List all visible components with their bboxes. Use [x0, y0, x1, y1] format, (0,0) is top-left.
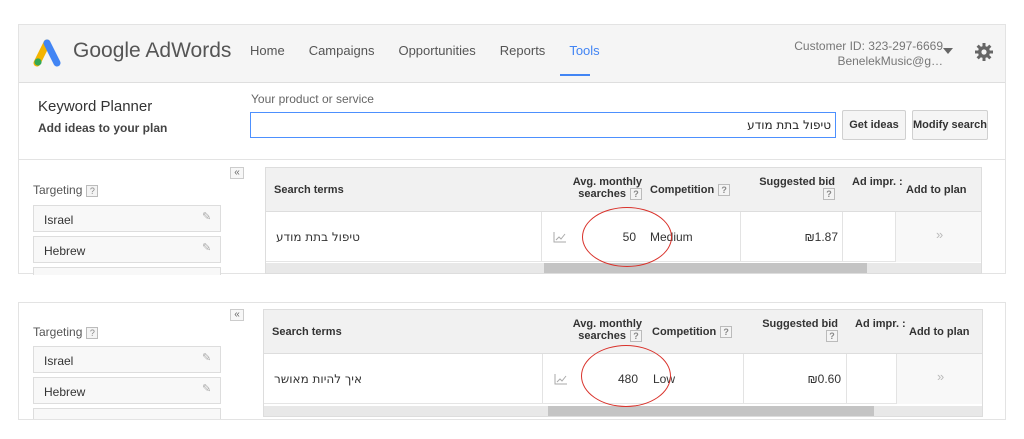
page-subtitle: Add ideas to your plan: [38, 121, 168, 135]
targeting-next[interactable]: [33, 408, 221, 419]
horizontal-scrollbar[interactable]: [264, 406, 982, 416]
add-to-plan-cell[interactable]: »: [896, 354, 982, 404]
caret-down-icon[interactable]: [943, 48, 953, 54]
col-competition[interactable]: Competition?: [650, 184, 731, 197]
col-suggested-bid[interactable]: Suggested bid ?: [756, 318, 838, 343]
help-icon[interactable]: ?: [826, 330, 838, 343]
pencil-icon[interactable]: ✎: [202, 212, 213, 223]
help-icon[interactable]: ?: [630, 330, 642, 343]
chevron-right-icon[interactable]: »: [937, 369, 944, 384]
keyword-term: טיפול בתת מודע: [276, 230, 360, 244]
planner-header: Keyword Planner Add ideas to your plan Y…: [19, 84, 1005, 160]
nav-opportunities[interactable]: Opportunities: [398, 43, 475, 58]
top-bar: Google AdWords Home Campaigns Opportunit…: [19, 25, 1005, 83]
gear-icon[interactable]: [974, 42, 994, 62]
annotation-circle: [582, 207, 672, 267]
keyword-term: איך להיות מאושר: [274, 372, 362, 386]
targeting-label: Targeting?: [33, 325, 99, 339]
col-search-terms[interactable]: Search terms: [274, 184, 344, 196]
active-tab-indicator: [560, 74, 590, 76]
pencil-icon[interactable]: ✎: [202, 353, 213, 364]
language-value: Hebrew: [44, 244, 86, 258]
chevron-right-icon[interactable]: »: [936, 227, 943, 242]
keyword-planner-panel: Google AdWords Home Campaigns Opportunit…: [18, 24, 1006, 275]
targeting-location[interactable]: Israel ✎: [33, 205, 221, 232]
col-avg-line1: Avg. monthly: [572, 318, 642, 330]
customer-id: Customer ID: 323-297-6669: [794, 39, 943, 53]
location-value: Israel: [44, 213, 74, 227]
col-add-to-plan[interactable]: Add to plan: [909, 326, 970, 338]
page-title: Keyword Planner: [38, 98, 153, 115]
product-input[interactable]: טיפול בתת מודע: [250, 112, 836, 138]
table-header: Search terms Avg. monthly searches? Comp…: [266, 168, 981, 212]
collapse-sidebar-button[interactable]: «: [230, 309, 244, 321]
pencil-icon[interactable]: ✎: [202, 243, 213, 254]
col-competition-text: Competition: [650, 184, 715, 196]
help-icon[interactable]: ?: [720, 326, 733, 339]
nav-reports[interactable]: Reports: [500, 43, 546, 58]
targeting-label: Targeting?: [33, 183, 99, 197]
col-bid-text: Suggested bid: [759, 176, 835, 188]
col-avg-monthly[interactable]: Avg. monthly searches?: [568, 176, 642, 201]
targeting-location[interactable]: Israel ✎: [33, 346, 221, 373]
targeting-text: Targeting: [33, 325, 83, 339]
nav-home[interactable]: Home: [250, 43, 285, 58]
location-value: Israel: [44, 354, 74, 368]
scrollbar-thumb[interactable]: [548, 406, 874, 416]
targeting-text: Targeting: [33, 183, 83, 197]
col-avg-line1: Avg. monthly: [572, 176, 642, 188]
account-info[interactable]: Customer ID: 323-297-6669 BenelekMusic@g…: [794, 39, 943, 69]
col-add-to-plan[interactable]: Add to plan: [906, 184, 967, 196]
brand-name[interactable]: Google AdWords: [73, 39, 231, 63]
col-search-terms[interactable]: Search terms: [272, 326, 342, 338]
col-avg-line2: searches: [578, 188, 626, 200]
collapse-sidebar-button[interactable]: «: [230, 167, 244, 179]
targeting-next[interactable]: [33, 267, 221, 275]
pencil-icon[interactable]: ✎: [202, 384, 213, 395]
language-value: Hebrew: [44, 385, 86, 399]
targeting-language[interactable]: Hebrew ✎: [33, 377, 221, 404]
col-bid-text: Suggested bid: [762, 318, 838, 330]
col-avg-line2: searches: [578, 330, 626, 342]
annotation-circle: [581, 345, 671, 407]
col-suggested-bid[interactable]: Suggested bid ?: [753, 176, 835, 201]
col-competition-text: Competition: [652, 326, 717, 338]
nav-campaigns[interactable]: Campaigns: [309, 43, 375, 58]
get-ideas-button[interactable]: Get ideas: [842, 110, 906, 140]
help-icon[interactable]: ?: [86, 326, 99, 339]
help-icon[interactable]: ?: [823, 188, 835, 201]
help-icon[interactable]: ?: [630, 188, 642, 201]
results-panel-2: « Targeting? Israel ✎ Hebrew ✎ Search te…: [18, 302, 1006, 420]
modify-search-button[interactable]: Modify search: [912, 110, 988, 140]
account-email: BenelekMusic@g…: [837, 54, 943, 68]
col-ad-impr[interactable]: Ad impr. :: [852, 176, 903, 188]
nav-tools[interactable]: Tools: [569, 43, 599, 58]
scrollbar-thumb[interactable]: [544, 263, 867, 273]
chart-icon[interactable]: [554, 373, 568, 385]
col-ad-impr[interactable]: Ad impr. :: [855, 318, 906, 330]
col-competition[interactable]: Competition?: [652, 326, 733, 339]
product-label: Your product or service: [251, 92, 374, 106]
chart-icon[interactable]: [553, 231, 567, 243]
main-nav: Home Campaigns Opportunities Reports Too…: [250, 43, 624, 58]
targeting-language[interactable]: Hebrew ✎: [33, 236, 221, 263]
help-icon[interactable]: ?: [86, 184, 99, 197]
col-avg-monthly[interactable]: Avg. monthly searches?: [568, 318, 642, 343]
add-to-plan-cell[interactable]: »: [895, 212, 981, 262]
adwords-logo-icon[interactable]: [33, 37, 69, 67]
bid-value: ₪1.87: [804, 230, 838, 244]
help-icon[interactable]: ?: [718, 184, 731, 197]
bid-value: ₪0.60: [807, 372, 841, 386]
